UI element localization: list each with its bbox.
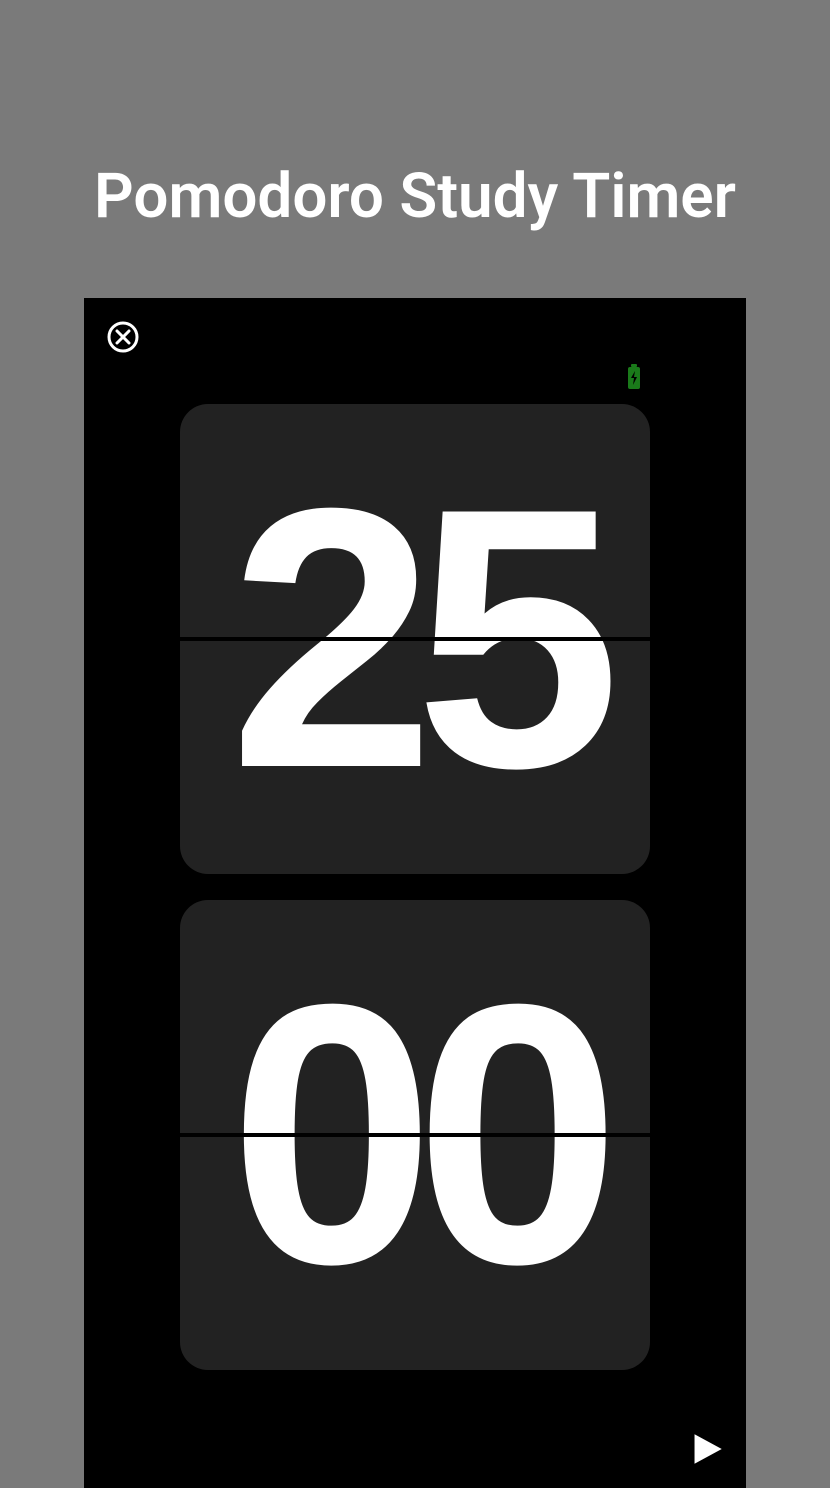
play-icon (690, 1432, 724, 1466)
close-circle-icon (106, 320, 140, 354)
minutes-value: 25 (229, 454, 601, 824)
seconds-card: 00 (180, 900, 650, 1370)
timer-app-frame: 25 00 (84, 298, 746, 1488)
battery-charging-icon (627, 364, 641, 390)
minutes-card: 25 (180, 404, 650, 874)
page-title: Pomodoro Study Timer (0, 0, 830, 298)
play-button[interactable] (690, 1432, 724, 1466)
timer-display: 25 00 (180, 404, 650, 1370)
seconds-value: 00 (229, 950, 601, 1320)
close-button[interactable] (106, 320, 140, 354)
